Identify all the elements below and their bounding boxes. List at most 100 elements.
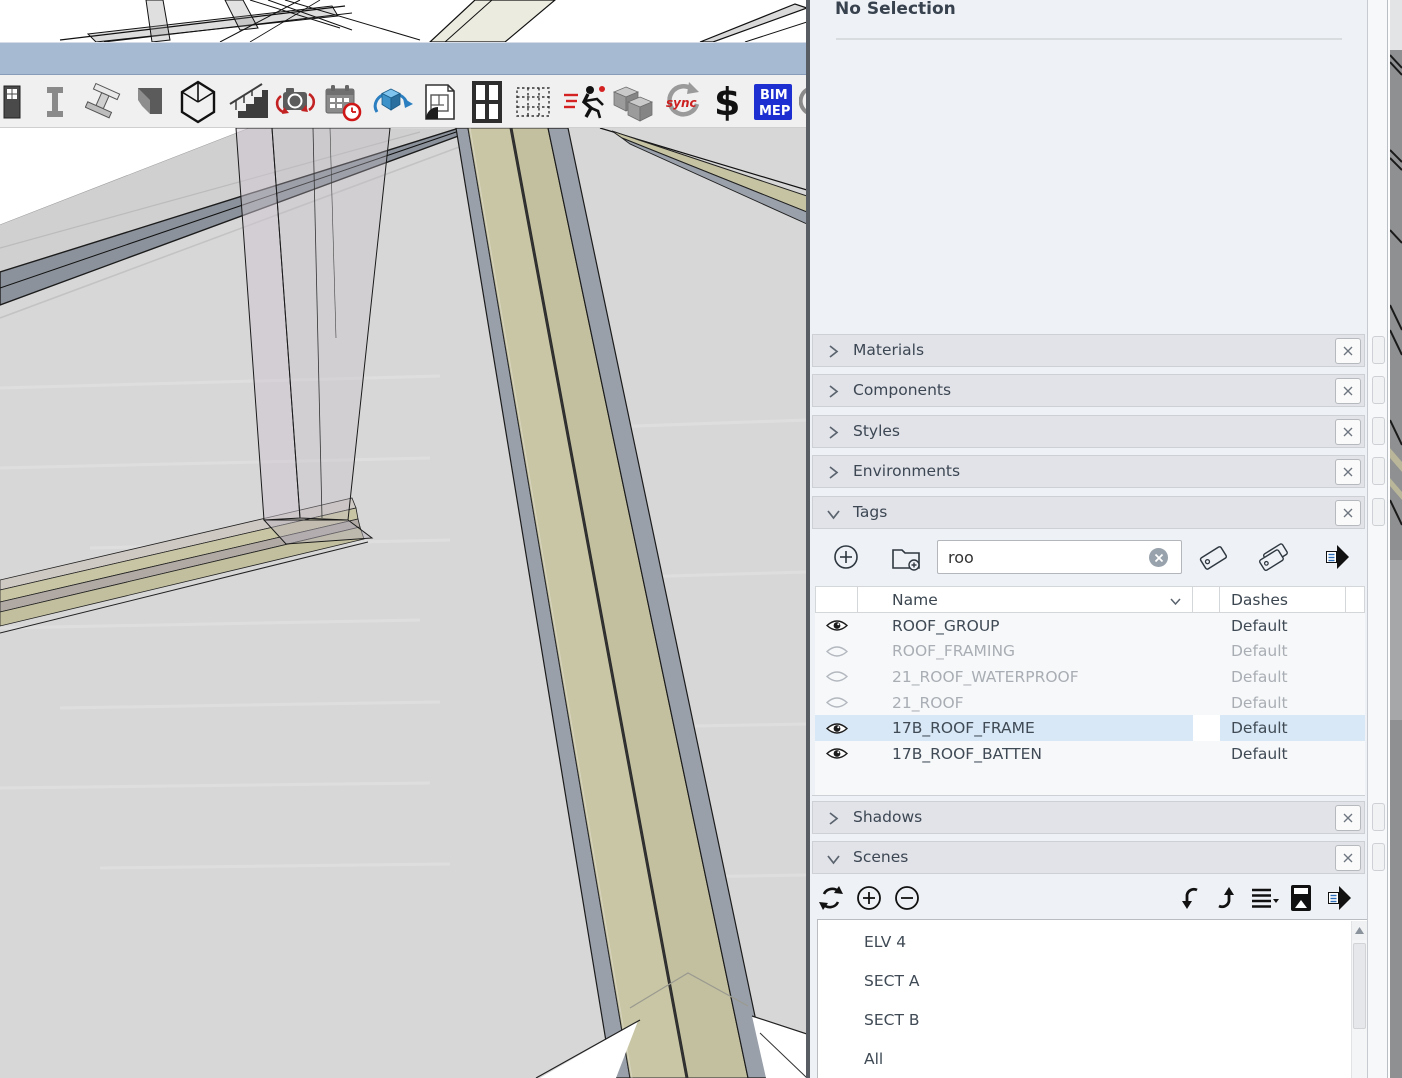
name-column-header[interactable]: Name (858, 586, 1193, 613)
tag-row[interactable]: 21_ROOF Default (815, 690, 1365, 716)
tag-row[interactable]: ROOF_GROUP Default (815, 613, 1365, 639)
tag-name[interactable]: 17B_ROOF_FRAME (858, 715, 1193, 741)
scene-thumbnail-icon[interactable] (1283, 880, 1319, 916)
tag-search-input[interactable] (937, 540, 1182, 574)
tag-name[interactable]: ROOF_GROUP (858, 613, 1193, 639)
tag-dashes[interactable]: Default (1220, 690, 1346, 716)
camera-rotate-icon[interactable] (273, 78, 317, 125)
window-frame-icon[interactable] (465, 78, 509, 125)
move-scene-down-icon[interactable] (1172, 880, 1208, 916)
tag-name[interactable]: 21_ROOF_WATERPROOF (858, 664, 1193, 690)
door-icon[interactable] (0, 78, 26, 125)
tag-color-cell[interactable] (1193, 690, 1220, 716)
visibility-eye-off-icon[interactable] (815, 664, 858, 690)
visibility-column-header[interactable] (815, 586, 858, 613)
remove-scene-icon[interactable] (889, 880, 925, 916)
tag-row-tail (1346, 664, 1365, 690)
corner-plate-icon[interactable] (128, 78, 172, 125)
close-section-button[interactable] (1335, 378, 1361, 404)
section-header-materials[interactable]: Materials (812, 334, 1365, 367)
tag-row-tail (1346, 741, 1365, 767)
scene-view-options-icon[interactable] (1246, 880, 1282, 916)
section-header-shadows[interactable]: Shadows (812, 801, 1365, 834)
tag-name[interactable]: ROOF_FRAMING (858, 639, 1193, 665)
dotted-grid-icon[interactable] (511, 78, 555, 125)
tag-color-cell[interactable] (1193, 664, 1220, 690)
tag-color-cell[interactable] (1193, 639, 1220, 665)
column-icon[interactable] (33, 78, 77, 125)
steel-beam-icon[interactable] (83, 78, 127, 125)
tag-color-cell[interactable] (1193, 741, 1220, 767)
tag-dashes[interactable]: Default (1220, 664, 1346, 690)
tag-row[interactable]: 21_ROOF_WATERPROOF Default (815, 664, 1365, 690)
tag-dashes[interactable]: Default (1220, 639, 1346, 665)
orbit-cube-icon[interactable] (369, 78, 413, 125)
stairs-icon[interactable] (225, 78, 269, 125)
tag-name[interactable]: 21_ROOF (858, 690, 1193, 716)
tag-dashes[interactable]: Default (1220, 613, 1346, 639)
visibility-eye-off-icon[interactable] (815, 639, 858, 665)
tag-row[interactable]: 17B_ROOF_BATTEN Default (815, 741, 1365, 767)
section-header-scenes[interactable]: Scenes (812, 841, 1365, 874)
plan-document-icon[interactable] (417, 78, 461, 125)
runner-icon[interactable] (562, 78, 606, 125)
visibility-eye-icon[interactable] (815, 741, 858, 767)
tag-name[interactable]: 17B_ROOF_BATTEN (858, 741, 1193, 767)
color-column-header[interactable] (1193, 586, 1220, 613)
dashes-column-header[interactable]: Dashes (1220, 586, 1346, 613)
tag-color-cell[interactable] (1193, 613, 1220, 639)
sync-icon[interactable]: sync (659, 78, 703, 125)
viewport-3d[interactable] (0, 128, 807, 1078)
tag-dashes[interactable]: Default (1220, 741, 1346, 767)
update-scene-icon[interactable] (813, 880, 849, 916)
visibility-eye-icon[interactable] (815, 613, 858, 639)
scrollbar-thumb[interactable] (1353, 943, 1366, 1029)
close-section-button[interactable] (1335, 845, 1361, 871)
tags-stack-icon[interactable] (1257, 540, 1291, 574)
section-header-tags[interactable]: Tags (812, 496, 1365, 529)
section-header-styles[interactable]: Styles (812, 415, 1365, 448)
scene-item[interactable]: SECT A (819, 965, 1339, 997)
boxes-icon[interactable] (611, 78, 655, 125)
titlebar-strip (0, 42, 807, 75)
tag-row[interactable]: ROOF_FRAMING Default (815, 639, 1365, 665)
close-section-button[interactable] (1335, 419, 1361, 445)
viewport-top-fragment[interactable] (0, 0, 807, 42)
scene-item[interactable]: All (819, 1043, 1339, 1075)
visibility-eye-off-icon[interactable] (815, 690, 858, 716)
extra-column-header[interactable] (1346, 586, 1365, 613)
scene-name: ELV 4 (864, 933, 906, 951)
tags-details-arrow-icon[interactable] (1320, 540, 1354, 574)
dollar-icon[interactable]: $ (703, 78, 747, 125)
scene-item[interactable]: ELV 4 (819, 926, 1339, 958)
chevron-down-icon (826, 506, 841, 525)
bim-mep-icon[interactable]: BIMMEP (751, 78, 795, 125)
tag-color-cell[interactable] (1193, 715, 1220, 741)
add-tag-icon[interactable] (829, 540, 863, 574)
section-header-components[interactable]: Components (812, 374, 1365, 407)
visibility-eye-icon[interactable] (815, 715, 858, 741)
close-section-button[interactable] (1335, 500, 1361, 526)
add-scene-icon[interactable] (851, 880, 887, 916)
chevron-right-icon (826, 384, 840, 403)
close-section-button[interactable] (1335, 338, 1361, 364)
cube-wireframe-icon[interactable] (176, 78, 220, 125)
fragment-button-sliver (1372, 498, 1385, 526)
move-scene-up-icon[interactable] (1208, 880, 1244, 916)
tag-edit-icon[interactable] (1197, 540, 1231, 574)
close-section-button[interactable] (1335, 459, 1361, 485)
panel-tray: No Selection Materials Components Styles… (810, 0, 1368, 1078)
add-tag-folder-icon[interactable] (889, 540, 923, 574)
tag-dashes[interactable]: Default (1220, 715, 1346, 741)
clear-search-icon[interactable] (1149, 548, 1168, 567)
scrollbar-up-arrow[interactable] (1352, 921, 1367, 940)
scene-list-scrollbar[interactable] (1351, 921, 1367, 1078)
section-header-environments[interactable]: Environments (812, 455, 1365, 488)
scenes-details-arrow-icon[interactable] (1321, 880, 1357, 916)
section-label: Scenes (853, 848, 908, 866)
tag-row-selected[interactable]: 17B_ROOF_FRAME Default (815, 715, 1365, 741)
calendar-clock-icon[interactable] (321, 78, 365, 125)
scene-item[interactable]: SECT B (819, 1004, 1339, 1036)
dollar-label: $ (714, 80, 740, 124)
close-section-button[interactable] (1335, 805, 1361, 831)
